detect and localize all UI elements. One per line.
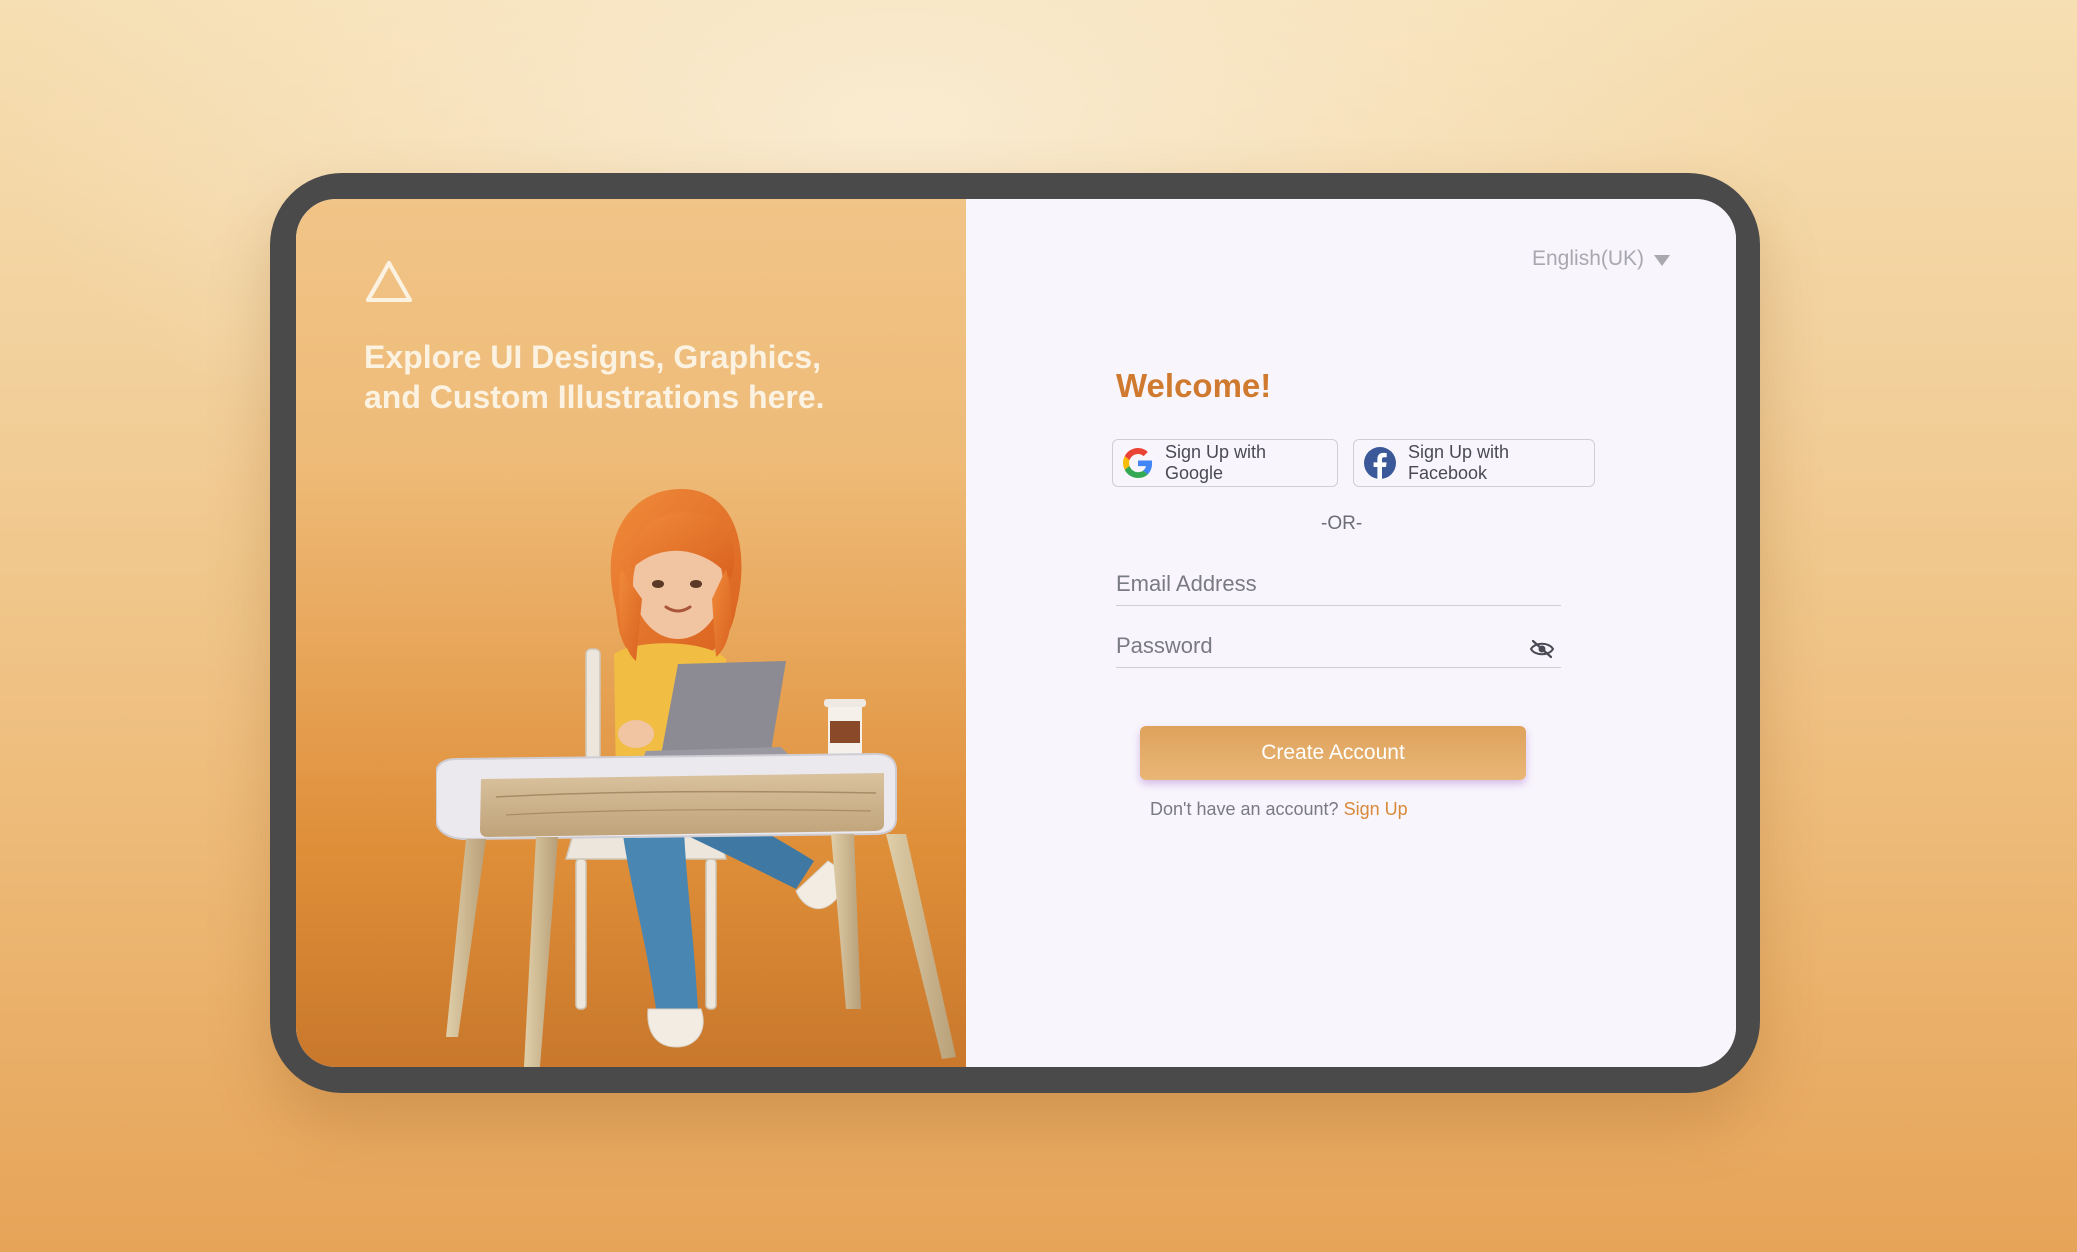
- create-account-button[interactable]: Create Account: [1140, 726, 1526, 780]
- hero-tagline-line2: and Custom Illustrations here.: [364, 379, 825, 415]
- email-input[interactable]: [1116, 565, 1496, 603]
- facebook-signup-button[interactable]: Sign Up with Facebook: [1353, 439, 1595, 487]
- facebook-signup-label: Sign Up with Facebook: [1408, 442, 1510, 483]
- password-field: [1116, 627, 1561, 668]
- or-divider: -OR-: [1321, 513, 1363, 534]
- hero-tagline: Explore UI Designs, Graphics, and Custom…: [364, 337, 884, 417]
- password-input[interactable]: [1116, 627, 1496, 665]
- welcome-heading: Welcome!: [1116, 367, 1272, 404]
- google-signup-button[interactable]: Sign Up with Google: [1112, 439, 1338, 487]
- triangle-logo-icon: [366, 261, 412, 302]
- email-field: [1116, 565, 1561, 606]
- language-selector[interactable]: English(UK): [1532, 247, 1671, 271]
- google-icon: [1123, 448, 1153, 478]
- eye-off-icon[interactable]: [1529, 639, 1555, 659]
- hero-panel: Explore UI Designs, Graphics, and Custom…: [296, 199, 966, 1067]
- signup-prompt-text: Don't have an account?: [1150, 799, 1339, 819]
- hero-tagline-line1: Explore UI Designs, Graphics,: [364, 339, 822, 375]
- facebook-icon: [1364, 447, 1396, 479]
- caret-down-icon: [1654, 254, 1671, 266]
- language-selected: English(UK): [1532, 247, 1645, 270]
- google-signup-label: Sign Up with Google: [1165, 442, 1267, 483]
- signup-link[interactable]: Sign Up: [1344, 799, 1408, 819]
- signup-prompt: Don't have an account? Sign Up: [1150, 799, 1408, 820]
